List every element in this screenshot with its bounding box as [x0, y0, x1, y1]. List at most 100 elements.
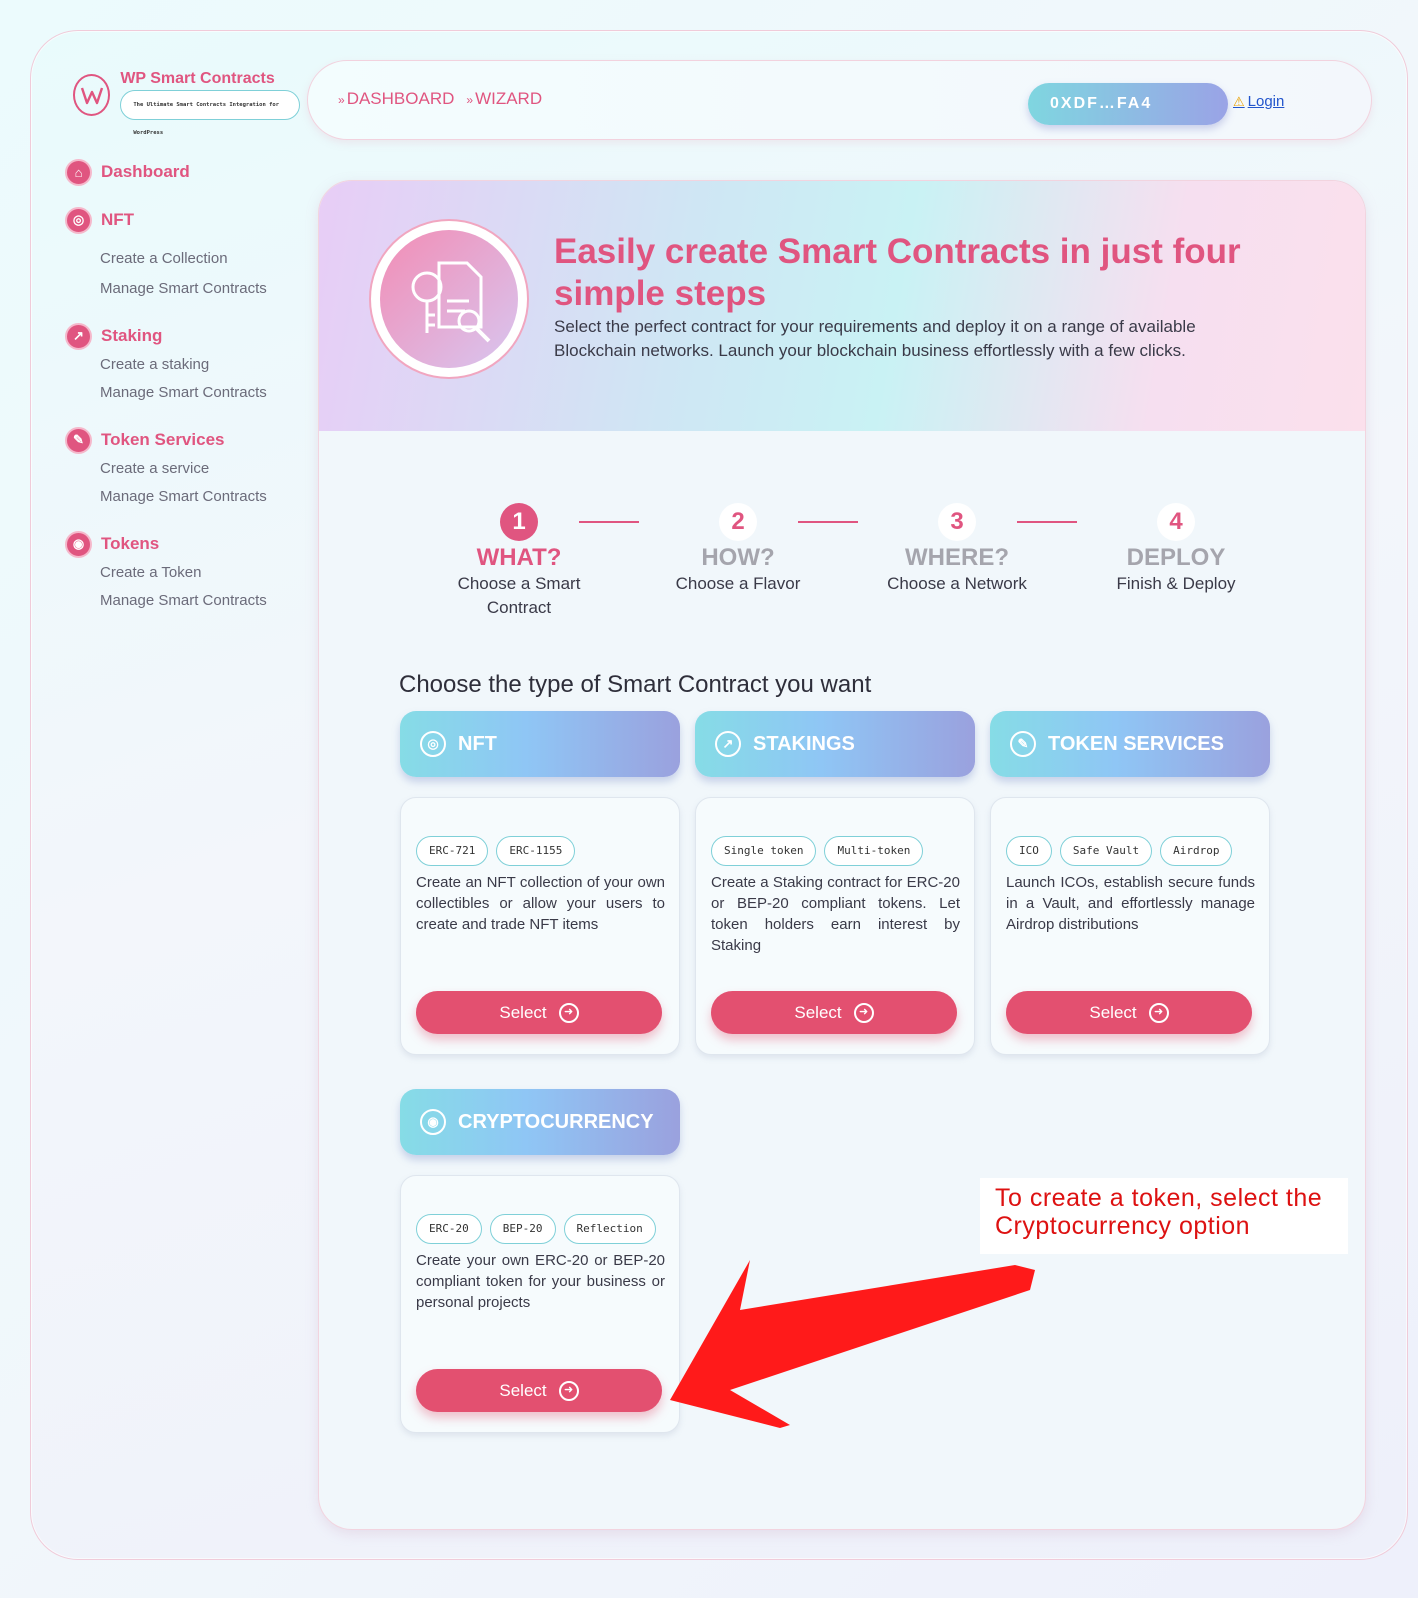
step-deploy: 4 DEPLOY Finish & Deploy [1076, 503, 1276, 596]
chart-icon: ↗ [65, 322, 92, 350]
section-title: Choose the type of Smart Contract you wa… [399, 671, 872, 698]
category-body: Single token Multi-token Create a Stakin… [695, 797, 975, 1055]
standard-badge: Reflection [563, 1214, 656, 1244]
nft-icon: ◎ [420, 731, 446, 757]
step-subtitle: Choose a Flavor [675, 574, 801, 593]
select-cryptocurrency-button[interactable]: Select ➜ [416, 1369, 662, 1412]
hero-banner: Easily create Smart Contracts in just fo… [319, 181, 1365, 431]
sidebar-item-tokens[interactable]: ◉ Tokens [65, 528, 300, 560]
sidebar: WP Smart Contracts The Ultimate Smart Co… [60, 70, 300, 632]
login-link[interactable]: ⚠ Login [1233, 93, 1284, 110]
step-connector [579, 521, 639, 523]
category-header: ◉ CRYPTOCURRENCY [400, 1089, 680, 1155]
step-number: 3 [938, 503, 976, 541]
step-number: 2 [719, 503, 757, 541]
step-label: HOW? [701, 544, 775, 571]
wrench-icon: ✎ [1010, 731, 1036, 757]
annotation-note: To create a token, select the Cryptocurr… [980, 1178, 1348, 1254]
category-header: ✎ TOKEN SERVICES [990, 711, 1270, 777]
standard-badge: Single token [711, 836, 817, 866]
sidebar-item-staking[interactable]: ↗ Staking [65, 320, 300, 352]
step-where: 3 WHERE? Choose a Network [857, 503, 1057, 596]
contract-illustration [369, 219, 529, 379]
arrow-right-icon: ➜ [558, 1380, 579, 1401]
standard-badge: Multi-token [824, 836, 924, 866]
brand-tagline: The Ultimate Smart Contracts Integration… [120, 90, 300, 136]
hero-description: Select the perfect contract for your req… [554, 317, 1196, 360]
sidebar-item-label: NFT [101, 210, 135, 229]
sidebar-item-nft[interactable]: ◎ NFT [65, 204, 300, 236]
step-number: 4 [1157, 503, 1195, 541]
step-subtitle: Finish & Deploy [1116, 574, 1236, 593]
breadcrumb-dashboard[interactable]: » DASHBOARD [338, 89, 454, 109]
coin-icon: ◉ [65, 530, 92, 558]
sidebar-item-dashboard[interactable]: ⌂ Dashboard [65, 156, 300, 188]
arrow-right-icon: ➜ [1148, 1002, 1169, 1023]
hero-title: Easily create Smart Contracts in just fo… [554, 232, 1241, 313]
step-how: 2 HOW? Choose a Flavor [638, 503, 838, 596]
sidebar-link-create-staking[interactable]: Create a staking [100, 352, 300, 378]
arrow-right-icon: ➜ [558, 1002, 579, 1023]
standard-badge: Safe Vault [1059, 836, 1153, 866]
select-stakings-button[interactable]: Select ➜ [711, 991, 957, 1034]
sidebar-item-label: Staking [101, 326, 163, 345]
sidebar-link-create-token[interactable]: Create a Token [100, 560, 300, 586]
wallet-address-button[interactable]: 0XDF…FA4 [1028, 83, 1228, 125]
step-number: 1 [500, 503, 538, 541]
breadcrumb-wizard[interactable]: » WIZARD [466, 89, 542, 109]
brand-name: WP Smart Contracts [120, 70, 275, 87]
category-body: ICO Safe Vault Airdrop Launch ICOs, esta… [990, 797, 1270, 1055]
wrench-icon: ✎ [65, 426, 92, 454]
standard-badge: ERC-20 [416, 1214, 482, 1244]
brand-logo[interactable]: WP Smart Contracts The Ultimate Smart Co… [73, 70, 300, 136]
warning-icon: ⚠ [1233, 94, 1245, 109]
annotation-arrow-icon [670, 1260, 1035, 1428]
category-description: Create a Staking contract for ERC-20 or … [711, 874, 960, 954]
category-card-cryptocurrency: ◉ CRYPTOCURRENCY ERC-20 BEP-20 Reflectio… [400, 1089, 680, 1433]
step-connector [798, 521, 858, 523]
standard-badge: BEP-20 [489, 1214, 556, 1244]
sidebar-link-create-collection[interactable]: Create a Collection [100, 244, 300, 274]
sidebar-item-token-services[interactable]: ✎ Token Services [65, 424, 300, 456]
select-token-services-button[interactable]: Select ➜ [1006, 991, 1252, 1034]
sidebar-link-create-service[interactable]: Create a service [100, 456, 300, 482]
sidebar-link-manage-nft[interactable]: Manage Smart Contracts [100, 274, 300, 304]
sidebar-item-label: Token Services [101, 430, 225, 449]
category-header: ↗ STAKINGS [695, 711, 975, 777]
breadcrumb: » DASHBOARD » WIZARD [338, 89, 542, 109]
chart-icon: ↗ [715, 731, 741, 757]
step-subtitle: Choose a Network [887, 574, 1027, 593]
category-card-nft: ◎ NFT ERC-721 ERC-1155 Create an NFT col… [400, 711, 680, 1055]
category-description: Create your own ERC-20 or BEP-20 complia… [416, 1252, 665, 1311]
step-connector [1017, 521, 1077, 523]
sidebar-link-manage-services[interactable]: Manage Smart Contracts [100, 482, 300, 512]
category-body: ERC-721 ERC-1155 Create an NFT collectio… [400, 797, 680, 1055]
contract-key-icon [411, 261, 491, 343]
sidebar-link-manage-tokens[interactable]: Manage Smart Contracts [100, 586, 300, 616]
chevron-right-icon: » [466, 93, 474, 107]
category-card-token-services: ✎ TOKEN SERVICES ICO Safe Vault Airdrop … [990, 711, 1270, 1055]
step-subtitle: Choose a Smart Contract [457, 574, 581, 617]
coin-icon: ◉ [420, 1109, 446, 1135]
wizard-steps: 1 WHAT? Choose a Smart Contract 2 HOW? C… [419, 503, 1319, 623]
top-bar: » DASHBOARD » WIZARD 0XDF…FA4 ⚠ Login [307, 60, 1372, 140]
step-label: WHERE? [905, 544, 1009, 571]
chevron-right-icon: » [338, 93, 345, 107]
sidebar-item-label: Tokens [101, 534, 160, 553]
arrow-right-icon: ➜ [853, 1002, 874, 1023]
standard-badge: ERC-721 [416, 836, 489, 866]
logo-icon [73, 74, 111, 116]
category-header: ◎ NFT [400, 711, 680, 777]
standard-badge: Airdrop [1160, 836, 1233, 866]
home-icon: ⌂ [65, 158, 92, 186]
select-nft-button[interactable]: Select ➜ [416, 991, 662, 1034]
standard-badge: ICO [1006, 836, 1052, 866]
category-description: Create an NFT collection of your own col… [416, 874, 665, 933]
standard-badge: ERC-1155 [496, 836, 576, 866]
step-label: WHAT? [476, 544, 562, 571]
sidebar-link-manage-staking[interactable]: Manage Smart Contracts [100, 378, 300, 408]
nft-icon: ◎ [65, 206, 92, 234]
sidebar-item-label: Dashboard [101, 162, 190, 181]
step-label: DEPLOY [1126, 544, 1226, 571]
category-description: Launch ICOs, establish secure funds in a… [1006, 874, 1255, 933]
